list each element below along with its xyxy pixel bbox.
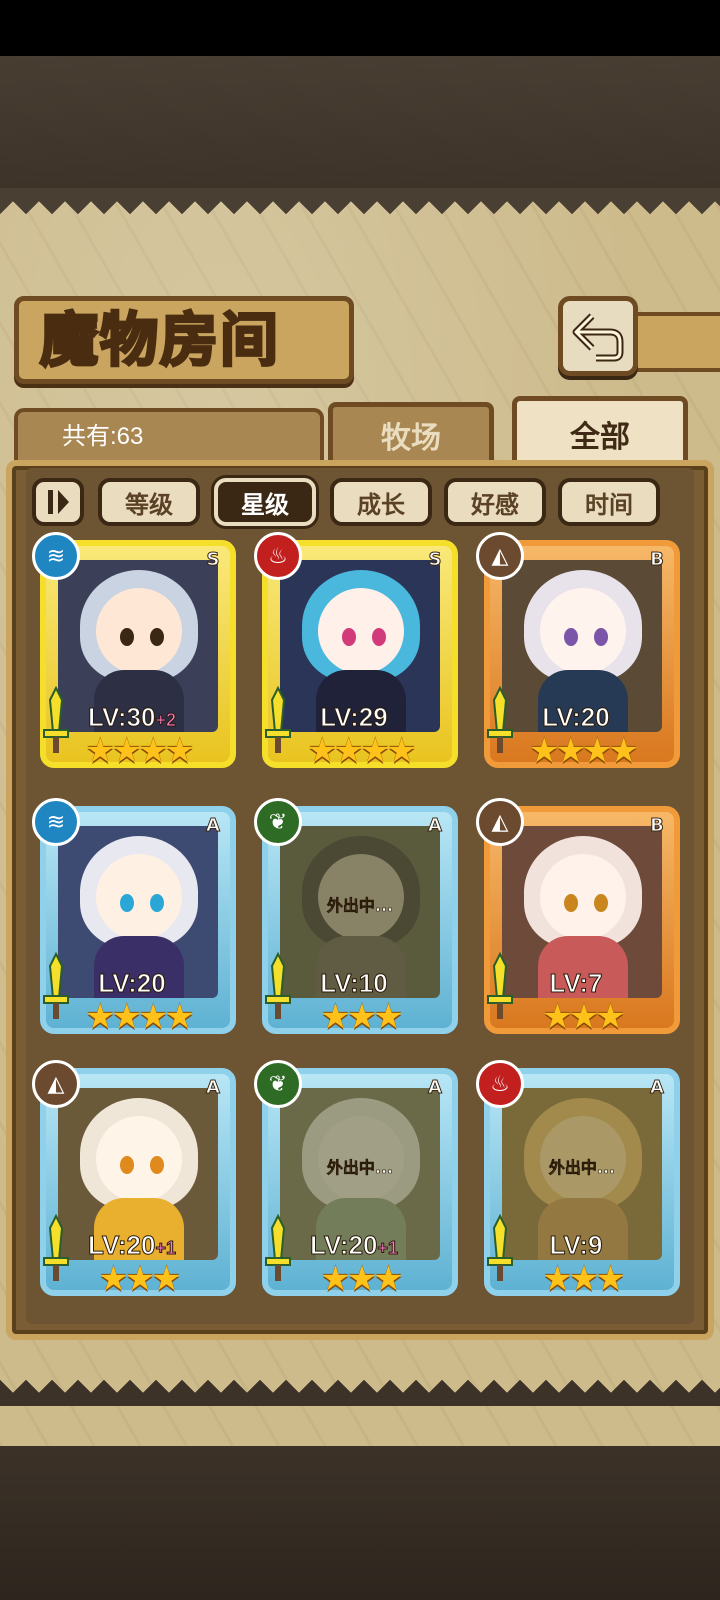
leaf-icon: ❦	[254, 1060, 302, 1108]
monster-card[interactable]: S ≋ LV:30+2 ★★★★	[32, 532, 236, 771]
sort-growth-button[interactable]: 成长	[330, 478, 432, 526]
sort-order-toggle[interactable]	[32, 478, 84, 526]
star-rating: ★★★	[542, 997, 625, 1037]
tab-all[interactable]: 全部	[512, 396, 688, 466]
star-rating: ★★★★	[529, 731, 639, 771]
rank-badge: S	[428, 548, 442, 570]
monster-card[interactable]: B ◭ LV:7 ★★★	[476, 798, 680, 1037]
water-icon: ≋	[32, 532, 80, 580]
monster-card[interactable]: A ◭ LV:20+1 ★★★	[32, 1060, 236, 1299]
rank-badge: A	[428, 814, 443, 836]
star-rating: ★★★	[98, 1259, 181, 1299]
level-label: LV:20+1	[88, 1230, 177, 1261]
background-band-bottom	[0, 1440, 720, 1600]
level-label: LV:7	[549, 968, 603, 999]
info-bar	[14, 408, 324, 464]
sort-direction-icon	[48, 490, 69, 514]
star-rating: ★★★	[542, 1259, 625, 1299]
rank-badge: B	[650, 548, 665, 570]
level-label: LV:10	[320, 968, 388, 999]
star-rating: ★★★★	[85, 997, 195, 1037]
away-status: 外出中...	[326, 896, 394, 916]
rank-badge: B	[650, 814, 665, 836]
earth-icon: ◭	[32, 1060, 80, 1108]
panel-edge-bottom	[0, 1380, 720, 1406]
star-rating: ★★★★	[85, 731, 195, 771]
sort-star-button[interactable]: 星级	[214, 478, 316, 526]
rank-badge: A	[206, 814, 221, 836]
sort-affection-button[interactable]: 好感	[444, 478, 546, 526]
star-rating: ★★★★	[307, 731, 417, 771]
level-label: LV:30+2	[88, 702, 177, 733]
earth-icon: ◭	[476, 798, 524, 846]
return-icon	[572, 313, 624, 362]
monster-count: 共有:63	[62, 423, 144, 450]
monster-card[interactable]: 外出中... A ♨ LV:9 ★★★	[476, 1060, 680, 1299]
level-label: LV:20	[98, 968, 166, 999]
water-icon: ≋	[32, 798, 80, 846]
away-status: 外出中...	[326, 1158, 394, 1178]
monster-card[interactable]: 外出中... A ❦ LV:20+1 ★★★	[254, 1060, 458, 1299]
star-rating: ★★★	[320, 1259, 403, 1299]
sort-level-button[interactable]: 等级	[98, 478, 200, 526]
level-label: LV:20+1	[310, 1230, 399, 1261]
background-band-top	[0, 56, 720, 206]
rank-badge: A	[206, 1076, 221, 1098]
fire-icon: ♨	[254, 532, 302, 580]
sort-time-button[interactable]: 时间	[558, 478, 660, 526]
back-rail	[634, 312, 720, 372]
level-label: LV:29	[320, 702, 388, 733]
rank-badge: A	[650, 1076, 665, 1098]
star-rating: ★★★	[320, 997, 403, 1037]
away-status: 外出中...	[548, 1158, 616, 1178]
leaf-icon: ❦	[254, 798, 302, 846]
monster-card[interactable]: B ◭ LV:20 ★★★★	[476, 532, 680, 771]
level-label: LV:20	[542, 702, 610, 733]
tab-ranch[interactable]: 牧场	[328, 402, 494, 462]
rank-badge: S	[206, 548, 220, 570]
monster-card[interactable]: 外出中... A ❦ LV:10 ★★★	[254, 798, 458, 1037]
monster-card[interactable]: S ♨ LV:29 ★★★★	[254, 532, 458, 771]
status-bar	[0, 0, 720, 56]
level-label: LV:9	[549, 1230, 603, 1261]
monster-card[interactable]: A ≋ LV:20 ★★★★	[32, 798, 236, 1037]
page-title: 魔物房间	[39, 305, 281, 376]
rank-badge: A	[428, 1076, 443, 1098]
back-button[interactable]	[558, 296, 638, 376]
fire-icon: ♨	[476, 1060, 524, 1108]
earth-icon: ◭	[476, 532, 524, 580]
panel-edge-top	[0, 188, 720, 214]
